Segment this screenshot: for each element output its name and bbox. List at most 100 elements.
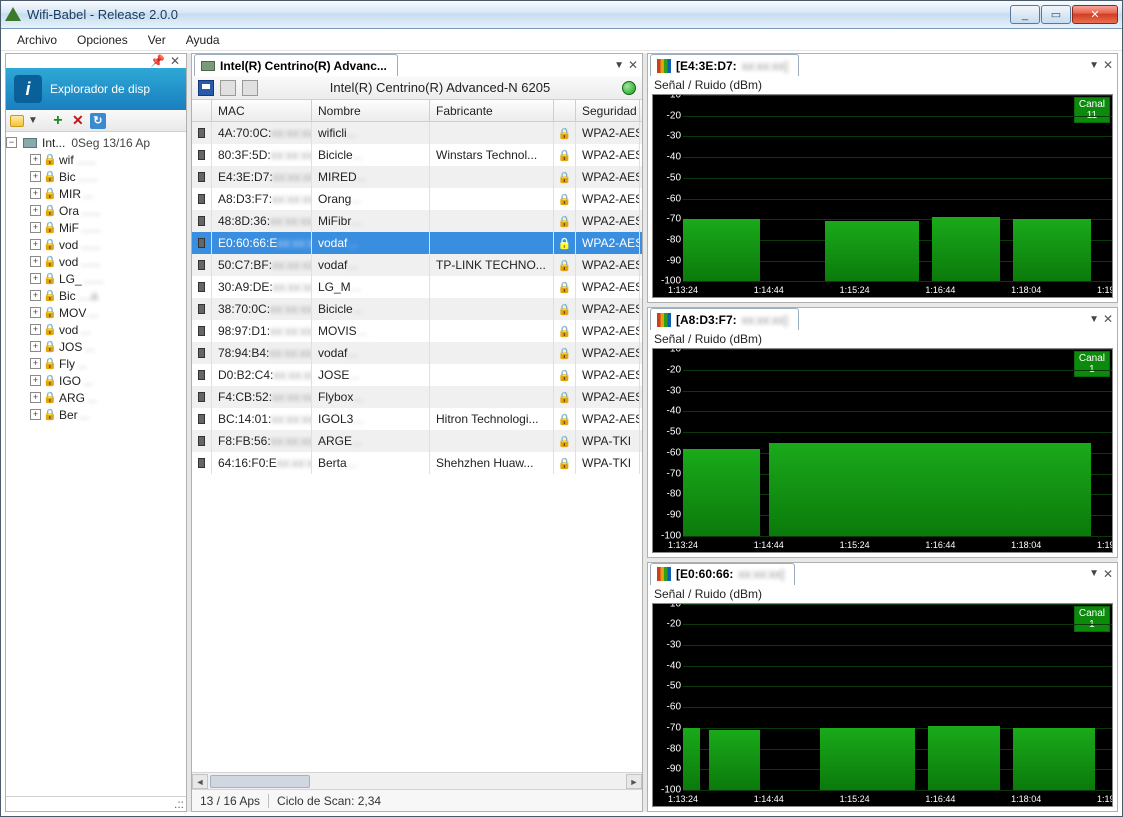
expand-icon[interactable]: + (30, 358, 41, 369)
menu-ver[interactable]: Ver (140, 31, 174, 49)
table-row[interactable]: D0:B2:C4:xx:xx:xxJOSE...WPA2-AES (192, 364, 642, 386)
grid-header[interactable]: MAC Nombre Fabricante Seguridad (192, 100, 642, 122)
chart-close-icon[interactable]: ✕ (1101, 567, 1115, 581)
tree-item[interactable]: +JOS... (6, 338, 186, 355)
chart-close-icon[interactable]: ✕ (1101, 312, 1115, 326)
tree-item[interactable]: +Bic....a (6, 287, 186, 304)
tree-item[interactable]: +Bic...... (6, 168, 186, 185)
chart-close-icon[interactable]: ✕ (1101, 58, 1115, 72)
refresh-button[interactable]: ↻ (90, 113, 106, 129)
cell-mac: 30:A9:DE: (218, 280, 273, 294)
config-icon[interactable] (220, 80, 236, 96)
tree-item[interactable]: +LG_...... (6, 270, 186, 287)
y-tick: -90 (667, 509, 681, 520)
table-row[interactable]: E0:60:66:Exx:xx:xxvodaf...WPA2-AES (192, 232, 642, 254)
table-row[interactable]: A8:D3:F7:xx:xx:xxOrang...WPA2-AES (192, 188, 642, 210)
expand-icon[interactable]: + (30, 324, 41, 335)
collapse-icon[interactable]: − (6, 137, 17, 148)
table-row[interactable]: 38:70:0C:xx:xx:xxBicicle...WPA2-AES (192, 298, 642, 320)
expand-icon[interactable]: + (30, 375, 41, 386)
bar-segment (769, 443, 1091, 536)
chart-dropdown-icon[interactable]: ▼ (1089, 314, 1099, 325)
table-row[interactable]: E4:3E:D7:xx:xx:xxMIRED...WPA2-AES (192, 166, 642, 188)
tree-item[interactable]: +Ber... (6, 406, 186, 423)
scroll-thumb[interactable] (210, 775, 310, 788)
tab-close-icon[interactable]: ✕ (626, 58, 640, 72)
expand-icon[interactable]: + (30, 341, 41, 352)
menu-ayuda[interactable]: Ayuda (178, 31, 228, 49)
ap-tab[interactable]: Intel(R) Centrino(R) Advanc... (194, 54, 398, 76)
chart-tab[interactable]: [E4:3E:D7:xx:xx:xx] (650, 54, 799, 76)
tree-item[interactable]: +IGO... (6, 372, 186, 389)
h-scrollbar[interactable]: ◄ ► (192, 772, 642, 789)
table-row[interactable]: 80:3F:5D:xx:xx:xxBicicle...Winstars Tech… (192, 144, 642, 166)
menu-opciones[interactable]: Opciones (69, 31, 136, 49)
add-button[interactable]: + (50, 113, 66, 129)
tab-dropdown-icon[interactable]: ▼ (614, 60, 624, 71)
bars-region (683, 349, 1112, 535)
tree-item[interactable]: +vod...... (6, 236, 186, 253)
expand-icon[interactable]: + (30, 205, 41, 216)
table-row[interactable]: 98:97:D1:xx:xx:xxMOVIS...WPA2-AES (192, 320, 642, 342)
save-icon[interactable] (198, 80, 214, 96)
folder-icon[interactable] (10, 115, 24, 127)
table-row[interactable]: F8:FB:56:xx:xx:xxARGE...WPA-TKI (192, 430, 642, 452)
table-row[interactable]: 48:8D:36:xx:xx:xxMiFibr...WPA2-AES (192, 210, 642, 232)
tree-item[interactable]: +MIR... (6, 185, 186, 202)
table-row[interactable]: 50:C7:BF:xx:xx:xxvodaf...TP-LINK TECHNO.… (192, 254, 642, 276)
maximize-button[interactable]: ▭ (1041, 5, 1071, 24)
expand-icon[interactable]: + (30, 188, 41, 199)
tree-item[interactable]: +MiF...... (6, 219, 186, 236)
tree-item[interactable]: +vod...... (6, 253, 186, 270)
device-tree[interactable]: − Int... 0Seg 13/16 Ap +wif......+Bic...… (6, 132, 186, 796)
tree-item[interactable]: +wif...... (6, 151, 186, 168)
tree-item[interactable]: +vod... (6, 321, 186, 338)
col-mac[interactable]: MAC (212, 100, 312, 121)
expand-icon[interactable]: + (30, 307, 41, 318)
table-row[interactable]: 30:A9:DE:xx:xx:xxLG_M...WPA2-AES (192, 276, 642, 298)
y-tick: -40 (667, 152, 681, 163)
chart-tab[interactable]: [A8:D3:F7:xx:xx:xx] (650, 308, 799, 330)
table-row[interactable]: 78:94:B4:xx:xx:xxvodaf...WPA2-AES (192, 342, 642, 364)
tree-item[interactable]: +Ora...... (6, 202, 186, 219)
col-sec[interactable]: Seguridad (576, 100, 640, 121)
chart-dropdown-icon[interactable]: ▼ (1089, 60, 1099, 71)
menu-archivo[interactable]: Archivo (9, 31, 65, 49)
expand-icon[interactable]: + (30, 290, 41, 301)
table-row[interactable]: 64:16:F0:Exx:xx:xxBerta...Shehzhen Huaw.… (192, 452, 642, 474)
grid-body[interactable]: 4A:70:0C:xx:xx:xxwificli...WPA2-AES80:3F… (192, 122, 642, 772)
expand-icon[interactable]: + (30, 239, 41, 250)
scroll-right-icon[interactable]: ► (626, 774, 642, 789)
explorer-title-text: Explorador de disp (50, 82, 150, 96)
expand-icon[interactable]: + (30, 154, 41, 165)
col-name[interactable]: Nombre (312, 100, 430, 121)
tree-root[interactable]: − Int... 0Seg 13/16 Ap (6, 134, 186, 151)
export-icon[interactable] (242, 80, 258, 96)
close-button[interactable]: ✕ (1072, 5, 1118, 24)
minimize-button[interactable]: _ (1010, 5, 1040, 24)
table-row[interactable]: BC:14:01:xx:xx:xxIGOL3...Hitron Technolo… (192, 408, 642, 430)
expand-icon[interactable]: + (30, 171, 41, 182)
pin-icon[interactable]: 📌 (150, 54, 164, 68)
expand-icon[interactable]: + (30, 392, 41, 403)
chart-dropdown-icon[interactable]: ▼ (1089, 568, 1099, 579)
status-dot-icon (622, 81, 636, 95)
expand-icon[interactable]: + (30, 222, 41, 233)
close-panel-icon[interactable]: ✕ (168, 54, 182, 68)
tree-item[interactable]: +ARG... (6, 389, 186, 406)
table-row[interactable]: 4A:70:0C:xx:xx:xxwificli...WPA2-AES (192, 122, 642, 144)
expand-icon[interactable]: + (30, 409, 41, 420)
expand-icon[interactable]: + (30, 273, 41, 284)
table-row[interactable]: F4:CB:52:xx:xx:xxFlybox...WPA2-AES (192, 386, 642, 408)
tree-item[interactable]: +Fly... (6, 355, 186, 372)
bar-segment (683, 219, 760, 281)
folder-dropdown-icon[interactable]: ▼ (28, 115, 38, 126)
tree-item[interactable]: +MOV... (6, 304, 186, 321)
expand-icon[interactable]: + (30, 256, 41, 267)
y-axis: -10-20-30-40-50-60-70-80-90-100 (653, 604, 683, 790)
chart-tab[interactable]: [E0:60:66:xx:xx:xx] (650, 563, 795, 585)
titlebar[interactable]: Wifi-Babel - Release 2.0.0 _ ▭ ✕ (1, 1, 1122, 29)
scroll-left-icon[interactable]: ◄ (192, 774, 208, 789)
col-mfr[interactable]: Fabricante (430, 100, 554, 121)
delete-button[interactable]: ✕ (70, 113, 86, 129)
